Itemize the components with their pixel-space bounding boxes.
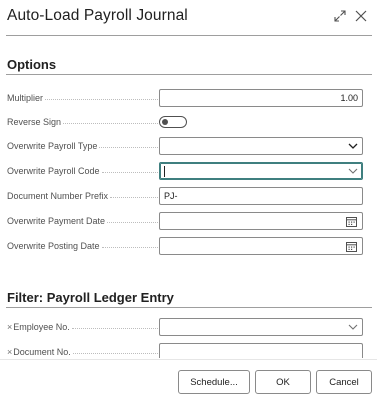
document-number-prefix-label-text: Document Number Prefix: [7, 191, 111, 201]
dialog-title: Auto-Load Payroll Journal: [7, 7, 188, 24]
overwrite-payroll-code-input[interactable]: [159, 162, 363, 180]
filter-section-title: Filter: Payroll Ledger Entry: [7, 290, 174, 305]
options-section-title: Options: [7, 57, 57, 72]
document-no-label-text: Document No.: [13, 347, 73, 357]
filter-divider: [6, 307, 372, 308]
multiplier-label-text: Multiplier: [7, 93, 46, 103]
overwrite-payment-date-label: Overwrite Payment Date: [7, 214, 158, 228]
document-number-prefix-input[interactable]: PJ-: [159, 187, 363, 205]
reverse-sign-label: Reverse Sign: [7, 115, 158, 129]
ok-button[interactable]: OK: [255, 370, 311, 394]
text-cursor: [164, 166, 165, 177]
overwrite-payroll-type-select[interactable]: [159, 137, 363, 155]
overwrite-payroll-type-label-text: Overwrite Payroll Type: [7, 141, 100, 151]
document-no-label: × Document No.: [7, 345, 158, 359]
document-no-filter-input[interactable]: [159, 343, 363, 358]
overwrite-posting-date-input[interactable]: [159, 237, 363, 255]
employee-no-filter-input[interactable]: [159, 318, 363, 336]
document-number-prefix-label: Document Number Prefix: [7, 189, 158, 203]
overwrite-posting-date-label-text: Overwrite Posting Date: [7, 241, 102, 251]
overwrite-payroll-code-label-text: Overwrite Payroll Code: [7, 166, 102, 176]
document-number-prefix-value: PJ-: [164, 191, 178, 201]
calendar-icon[interactable]: [346, 241, 357, 252]
close-icon[interactable]: [354, 9, 368, 23]
employee-no-label-text: Employee No.: [13, 322, 72, 332]
remove-filter-icon[interactable]: ×: [7, 322, 12, 332]
expand-icon[interactable]: [333, 9, 347, 23]
toggle-knob: [162, 119, 168, 125]
calendar-icon[interactable]: [346, 216, 357, 227]
multiplier-value: 1.00: [340, 93, 358, 103]
schedule-button[interactable]: Schedule...: [178, 370, 250, 394]
options-divider: [6, 74, 372, 75]
footer-divider: [0, 359, 377, 360]
reverse-sign-label-text: Reverse Sign: [7, 117, 64, 127]
header-divider: [6, 35, 372, 36]
overwrite-payroll-type-label: Overwrite Payroll Type: [7, 139, 158, 153]
multiplier-field[interactable]: 1.00: [159, 89, 363, 107]
chevron-down-icon[interactable]: [348, 324, 358, 331]
overwrite-posting-date-label: Overwrite Posting Date: [7, 239, 158, 253]
overwrite-payment-date-label-text: Overwrite Payment Date: [7, 216, 108, 226]
chevron-down-icon[interactable]: [348, 143, 358, 150]
cancel-button[interactable]: Cancel: [316, 370, 372, 394]
remove-filter-icon[interactable]: ×: [7, 347, 12, 357]
chevron-down-icon[interactable]: [348, 168, 358, 175]
overwrite-payroll-code-label: Overwrite Payroll Code: [7, 164, 158, 178]
employee-no-label: × Employee No.: [7, 320, 158, 334]
overwrite-payment-date-input[interactable]: [159, 212, 363, 230]
multiplier-label: Multiplier: [7, 91, 158, 105]
reverse-sign-toggle[interactable]: [159, 116, 187, 128]
